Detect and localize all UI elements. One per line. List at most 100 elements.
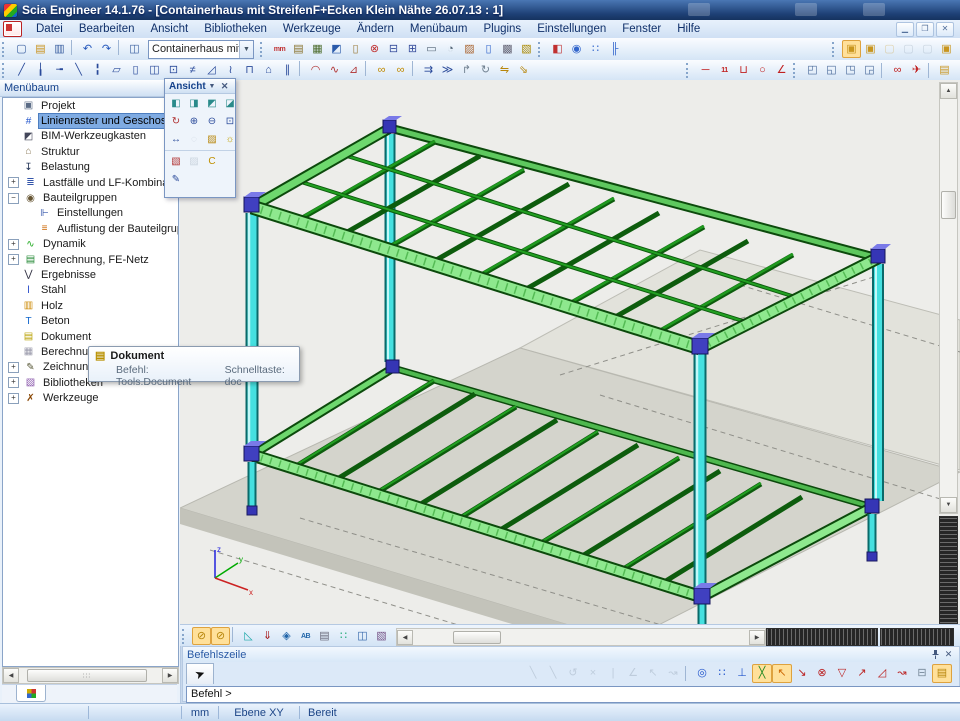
snap-grid-icon[interactable]: ∷	[712, 664, 732, 683]
mdi-restore-button[interactable]: ❐	[916, 22, 934, 37]
render-display-icon[interactable]: ▧	[372, 627, 391, 645]
units-icon[interactable]: mm	[270, 40, 289, 58]
project-manager-icon[interactable]: ◫	[125, 40, 144, 58]
viewport-tile-icon[interactable]: ◳	[841, 61, 860, 79]
result-line-icon[interactable]: ─	[696, 61, 715, 79]
load-display-icon[interactable]: ⇓	[258, 627, 277, 645]
scroll-up-arrow[interactable]: ▲	[940, 83, 957, 99]
tree-item-einstellungen[interactable]: ⊩Einstellungen	[3, 206, 178, 221]
new-rib-icon[interactable]: ≠	[183, 61, 202, 79]
open-subproject-icon[interactable]: ▤	[935, 61, 954, 79]
scroll-left-arrow[interactable]: ◀	[397, 630, 413, 645]
new-project-icon[interactable]: ▢	[12, 40, 31, 58]
new-haunch-icon[interactable]: ◿	[202, 61, 221, 79]
toolbar-grip[interactable]	[260, 42, 267, 57]
clipping-box-icon[interactable]: ▨	[203, 131, 221, 148]
disconnect-nodes-icon[interactable]: ∞	[391, 61, 410, 79]
new-wall-icon[interactable]: ▯	[126, 61, 145, 79]
tree-item-ergebnisse[interactable]: ⋁Ergebnisse	[3, 267, 178, 282]
clip-workplane-icon[interactable]: ⊘	[211, 627, 230, 645]
window-horz-icon[interactable]: ▢	[899, 40, 918, 58]
selection-cursor-tab[interactable]: ➤	[186, 663, 214, 684]
view-z-icon[interactable]: ◩	[203, 95, 221, 112]
snap-perpendicular-icon[interactable]: ↗	[852, 664, 872, 683]
menubaum-tab[interactable]	[16, 685, 46, 702]
tree-item-dokument[interactable]: ▤Dokument	[3, 329, 178, 344]
menu-einstellungen[interactable]: Einstellungen	[529, 23, 614, 35]
expand-icon[interactable]: +	[8, 177, 19, 188]
zoom-all-icon[interactable]: ↔	[167, 131, 185, 148]
scroll-down-arrow[interactable]: ▼	[940, 497, 957, 513]
new-beam-icon[interactable]: ╼	[50, 61, 69, 79]
horizontal-scroll-thumb[interactable]	[453, 631, 501, 644]
label-display-icon[interactable]: ◈	[277, 627, 296, 645]
rotate-view-icon[interactable]: ↻	[167, 113, 185, 130]
toolbar-grip[interactable]	[182, 629, 189, 644]
pin-icon[interactable]	[929, 649, 942, 661]
surface-display-icon[interactable]: ▤	[315, 627, 334, 645]
multicopy-icon[interactable]: ≫	[438, 61, 457, 79]
connect-nodes-icon[interactable]: ∞	[372, 61, 391, 79]
menu-menübaum[interactable]: Menübaum	[402, 23, 476, 35]
tree-item-lastfälle-und-lf-kombination[interactable]: +≣Lastfälle und LF-Kombination	[3, 175, 178, 190]
tree-item-belastung[interactable]: ↧Belastung	[3, 160, 178, 175]
tree-horizontal-scrollbar[interactable]: ◀ ∶∶∶ ▶	[2, 667, 179, 684]
ansicht-header[interactable]: Ansicht ▼ ✕	[165, 79, 235, 94]
snap-midpoint-icon[interactable]: ╳	[752, 664, 772, 683]
snap-ortho-icon[interactable]: ⊥	[732, 664, 752, 683]
view-settings-icon[interactable]: ◉	[567, 40, 586, 58]
flythrough-icon[interactable]: ✈	[907, 61, 926, 79]
expand-icon[interactable]: +	[8, 362, 19, 373]
generate-view-icon[interactable]: C	[203, 153, 221, 170]
new-rafter-icon[interactable]: ╲	[69, 61, 88, 79]
viewport-split-icon[interactable]: ◰	[803, 61, 822, 79]
layers-icon[interactable]: ▤	[289, 40, 308, 58]
print-preview-icon[interactable]: ◔	[441, 40, 460, 58]
new-arbitrary-member-icon[interactable]: ≀	[221, 61, 240, 79]
zoom-out-icon[interactable]: ⊖	[203, 113, 221, 130]
collapse-icon[interactable]: −	[8, 193, 19, 204]
new-plate-icon[interactable]: ▱	[107, 61, 126, 79]
zoom-selection-icon[interactable]: ◌	[185, 131, 203, 148]
section-profile-icon[interactable]: ⊔	[734, 61, 753, 79]
tree-item-projekt[interactable]: ▣Projekt	[3, 98, 178, 113]
tree-item-linienraster-und-geschosse[interactable]: #Linienraster und Geschosse	[3, 113, 178, 128]
snap-line-icon[interactable]: ╲	[523, 664, 543, 683]
printer-icon[interactable]: ▭	[422, 40, 441, 58]
menu-plugins[interactable]: Plugins	[475, 23, 529, 35]
rotate-z-strip[interactable]	[939, 516, 958, 624]
tree-item-bauteilgruppen[interactable]: −◉Bauteilgruppen	[3, 190, 178, 205]
view-axo-icon[interactable]: ◪	[221, 95, 239, 112]
command-input[interactable]: Befehl >	[186, 686, 960, 703]
project-item-combobox[interactable]: Containerhaus mit S ▼	[148, 40, 254, 59]
redo-icon[interactable]: ↷	[97, 40, 116, 58]
tree-item-werkzeuge[interactable]: +✗Werkzeuge	[3, 390, 178, 405]
activity-icon[interactable]: ◩	[327, 40, 346, 58]
scroll-right-arrow[interactable]: ▶	[162, 668, 178, 683]
free-bars-icon[interactable]: ∥	[278, 61, 297, 79]
snap-arc-icon[interactable]: ↺	[563, 664, 583, 683]
save-icon[interactable]: ▥	[50, 40, 69, 58]
zoom-in-icon[interactable]: ⊕	[185, 113, 203, 130]
toolbar-grip[interactable]	[686, 63, 693, 78]
snap-settings-icon[interactable]: ▤	[932, 664, 952, 683]
view-image-icon[interactable]: ▧	[167, 153, 185, 170]
tree-item-bim-werkzeugkasten[interactable]: ◩BIM-Werkzeugkasten	[3, 129, 178, 144]
snap-endpoint-icon[interactable]: ↖	[772, 664, 792, 683]
menu-ändern[interactable]: Ändern	[349, 23, 402, 35]
close-icon[interactable]: ✕	[218, 80, 231, 92]
tree-item-berechnung-fe-netz[interactable]: +▤Berechnung, FE-Netz	[3, 252, 178, 267]
curve-icon[interactable]: ∿	[325, 61, 344, 79]
polyline-icon[interactable]: ◠	[306, 61, 325, 79]
view-y-icon[interactable]: ◨	[185, 95, 203, 112]
storeys-icon[interactable]: ▦	[308, 40, 327, 58]
calculator-icon[interactable]: ▩	[498, 40, 517, 58]
view-parameters-icon[interactable]: ✎	[167, 171, 185, 188]
window-tile-icon[interactable]: ▢	[880, 40, 899, 58]
new-opening-icon[interactable]: ◫	[145, 61, 164, 79]
menu-hilfe[interactable]: Hilfe	[669, 23, 708, 35]
menu-bibliotheken[interactable]: Bibliotheken	[196, 23, 275, 35]
view-image-disabled-icon[interactable]: ▨	[185, 153, 203, 170]
snap-arc-center-icon[interactable]: ◿	[872, 664, 892, 683]
menu-ansicht[interactable]: Ansicht	[142, 23, 196, 35]
